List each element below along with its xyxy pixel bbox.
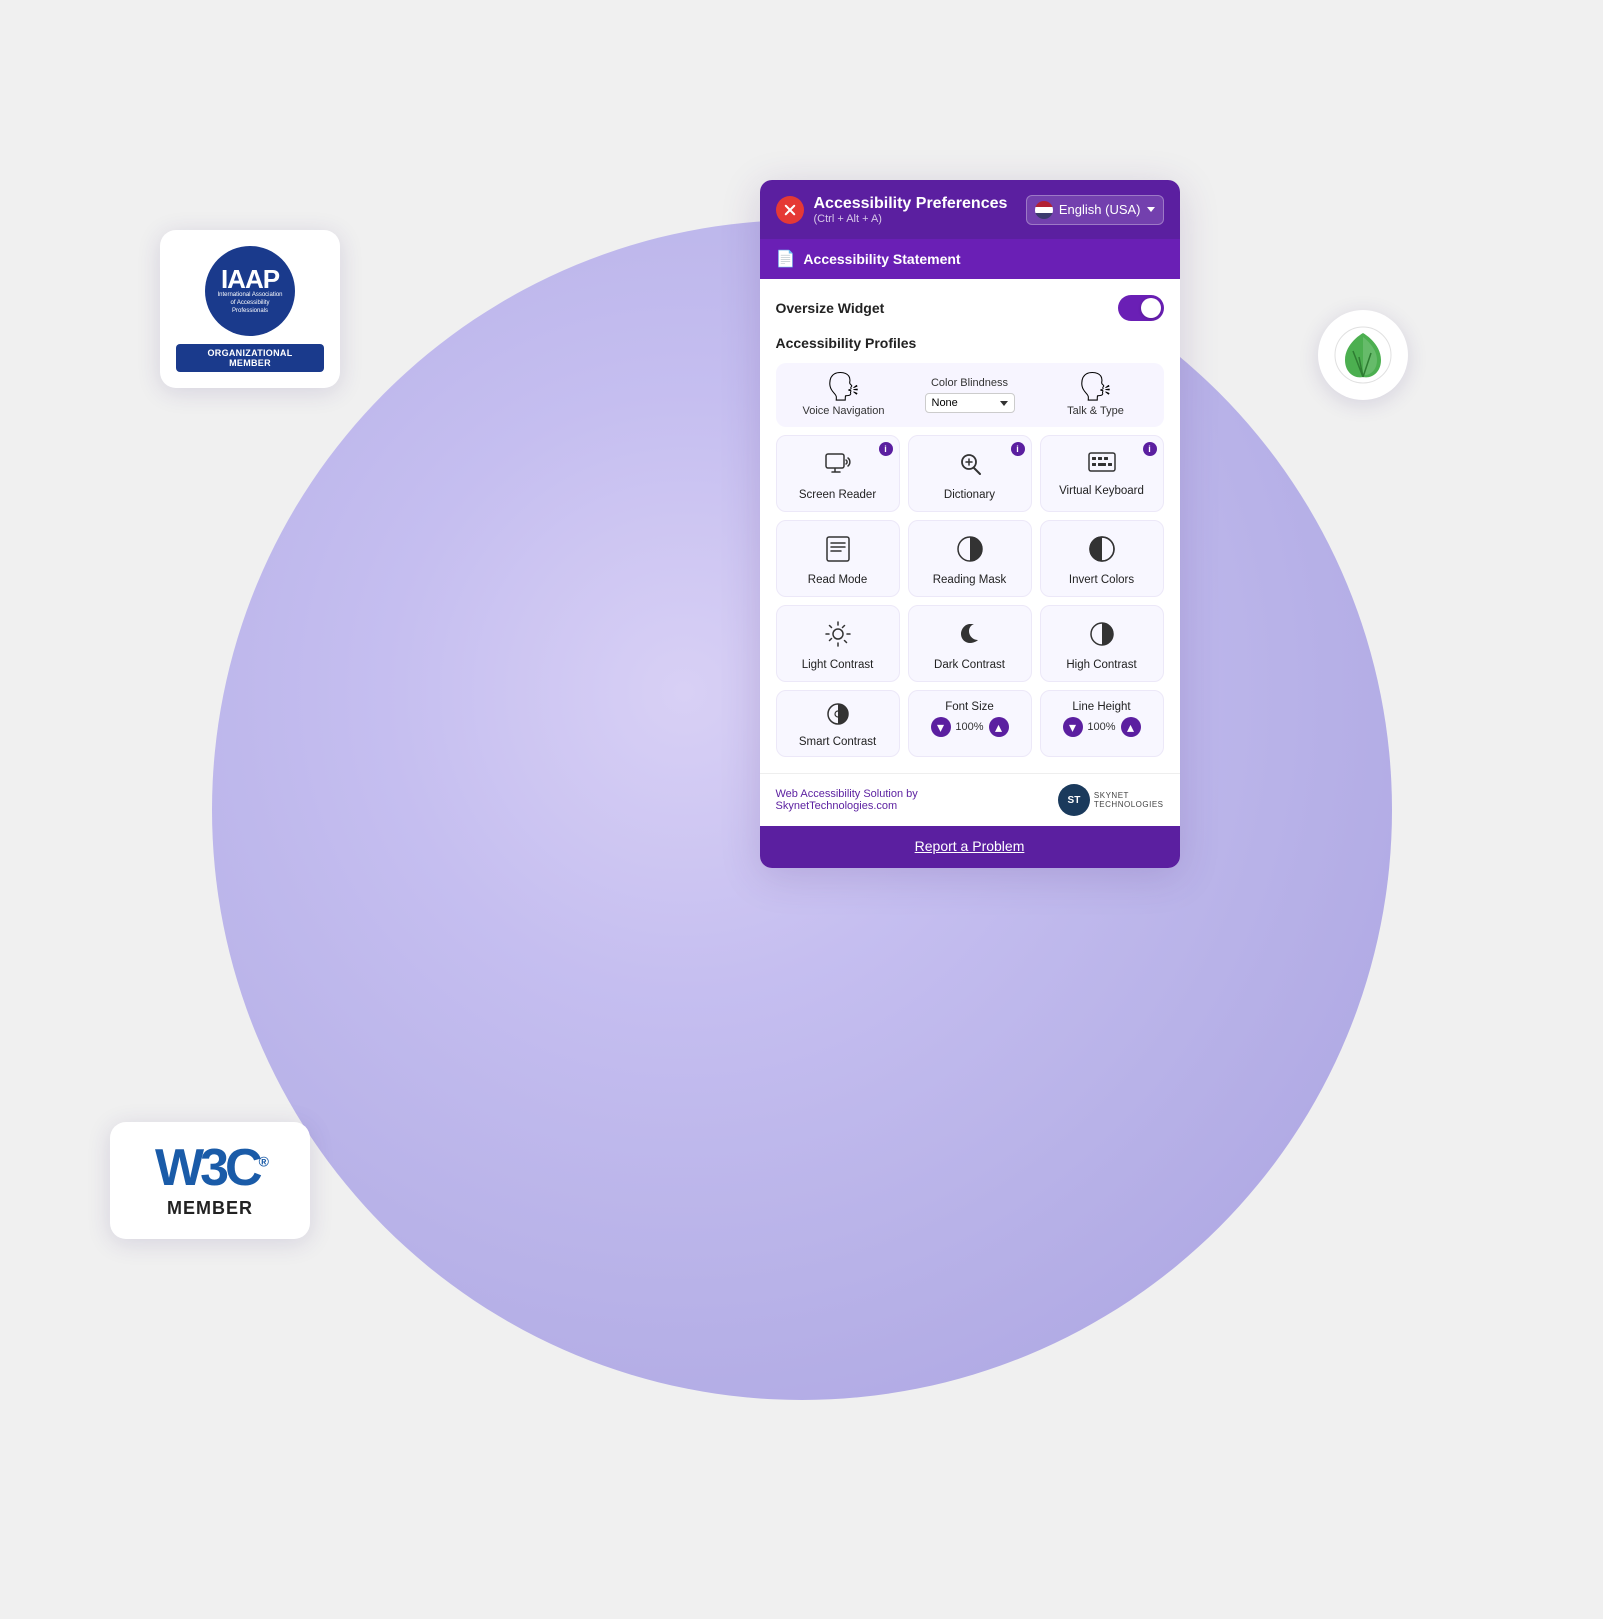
iaap-circle: IAAP International Association of Access… <box>205 246 295 336</box>
close-button[interactable] <box>776 196 804 224</box>
line-height-increase-button[interactable]: ▴ <box>1121 717 1141 737</box>
reading-mask-icon <box>956 535 984 568</box>
line-height-controls: ▾ 100% ▴ <box>1063 717 1141 737</box>
smart-contrast-label: Smart Contrast <box>799 736 876 748</box>
font-size-controls: ▾ 100% ▴ <box>931 717 1009 737</box>
iaap-badge: IAAP International Association of Access… <box>160 230 340 388</box>
feature-screen-reader[interactable]: i Screen Reader <box>776 435 900 512</box>
scene: IAAP International Association of Access… <box>0 0 1603 1619</box>
org-member-badge: ORGANIZATIONAL MEMBER <box>176 344 324 372</box>
profiles-top-row: 🗣 Voice Navigation Color Blindness None … <box>776 363 1164 427</box>
feature-light-contrast[interactable]: Light Contrast <box>776 605 900 682</box>
feature-dictionary[interactable]: i Dictionary <box>908 435 1032 512</box>
leaf-svg <box>1333 325 1393 385</box>
read-mode-label: Read Mode <box>808 574 867 586</box>
dark-contrast-icon <box>956 620 984 653</box>
color-blindness-label: Color Blindness <box>931 377 1008 389</box>
leaf-icon-badge <box>1318 310 1408 400</box>
header-title-group: Accessibility Preferences (Ctrl + Alt + … <box>814 194 1008 225</box>
line-height-value: 100% <box>1087 721 1117 733</box>
feature-dark-contrast[interactable]: Dark Contrast <box>908 605 1032 682</box>
feature-virtual-keyboard[interactable]: i Virtual Keyboard <box>1040 435 1164 512</box>
font-size-label: Font Size <box>945 701 994 713</box>
skynet-text: SKYNETTECHNOLOGIES <box>1094 791 1164 809</box>
header-title: Accessibility Preferences <box>814 194 1008 213</box>
screen-reader-icon <box>824 450 852 483</box>
report-problem-text: Report a Problem <box>915 838 1025 854</box>
iaap-description: International Association of Accessibili… <box>215 292 285 315</box>
footer-brand: Web Accessibility Solution by SkynetTech… <box>776 784 1164 816</box>
line-height-decrease-button[interactable]: ▾ <box>1063 717 1083 737</box>
oversize-label: Oversize Widget <box>776 300 885 316</box>
info-badge-screen-reader: i <box>879 442 893 456</box>
widget-panel: Accessibility Preferences (Ctrl + Alt + … <box>760 180 1180 868</box>
chevron-down-icon <box>1147 207 1155 212</box>
high-contrast-label: High Contrast <box>1066 659 1136 671</box>
font-size-increase-button[interactable]: ▴ <box>989 717 1009 737</box>
widget-header: Accessibility Preferences (Ctrl + Alt + … <box>760 180 1180 239</box>
bottom-controls-row: Smart Contrast Font Size ▾ 100% ▴ Line H… <box>776 690 1164 757</box>
reading-mask-label: Reading Mask <box>933 574 1007 586</box>
line-height-card: Line Height ▾ 100% ▴ <box>1040 690 1164 757</box>
virtual-keyboard-label: Virtual Keyboard <box>1059 485 1144 497</box>
info-badge-virtual-keyboard: i <box>1143 442 1157 456</box>
skynet-icon: ST <box>1058 784 1090 816</box>
widget-body: Oversize Widget Accessibility Profiles 🗣… <box>760 279 1180 773</box>
w3c-badge: W3C® MEMBER <box>110 1122 310 1239</box>
footer-brand-link[interactable]: SkynetTechnologies.com <box>776 800 918 812</box>
profiles-label: Accessibility Profiles <box>776 335 1164 351</box>
widget-footer: Web Accessibility Solution by SkynetTech… <box>760 773 1180 826</box>
flag-icon <box>1035 201 1053 219</box>
color-blindness-select[interactable]: None <box>925 393 1015 413</box>
color-blindness-wrapper: Color Blindness None <box>912 377 1028 413</box>
virtual-keyboard-icon <box>1088 450 1116 479</box>
high-contrast-icon <box>1088 620 1116 653</box>
report-problem-bar[interactable]: Report a Problem <box>760 826 1180 868</box>
info-badge-dictionary: i <box>1011 442 1025 456</box>
dictionary-icon <box>956 450 984 483</box>
smart-contrast-icon <box>825 701 851 732</box>
lang-label: English (USA) <box>1059 202 1141 217</box>
invert-colors-icon <box>1088 535 1116 568</box>
accessibility-statement-bar[interactable]: 📄 Accessibility Statement <box>760 239 1180 279</box>
font-size-decrease-button[interactable]: ▾ <box>931 717 951 737</box>
oversize-toggle[interactable] <box>1118 295 1164 321</box>
feature-high-contrast[interactable]: High Contrast <box>1040 605 1164 682</box>
header-left: Accessibility Preferences (Ctrl + Alt + … <box>776 194 1008 225</box>
dictionary-label: Dictionary <box>944 489 995 501</box>
dark-contrast-label: Dark Contrast <box>934 659 1005 671</box>
language-selector[interactable]: English (USA) <box>1026 195 1164 225</box>
color-blindness-chevron <box>1000 401 1008 406</box>
footer-brand-text: Web Accessibility Solution by <box>776 788 918 800</box>
light-contrast-label: Light Contrast <box>802 659 874 671</box>
font-size-card: Font Size ▾ 100% ▴ <box>908 690 1032 757</box>
line-height-label: Line Height <box>1072 701 1130 713</box>
features-grid: i Screen Reader i <box>776 435 1164 682</box>
profile-voice-navigation[interactable]: 🗣 Voice Navigation <box>786 373 902 417</box>
font-size-value: 100% <box>955 721 985 733</box>
smart-contrast-card[interactable]: Smart Contrast <box>776 690 900 757</box>
oversize-widget-row: Oversize Widget <box>776 295 1164 321</box>
read-mode-icon <box>825 535 851 568</box>
footer-text-group: Web Accessibility Solution by SkynetTech… <box>776 788 918 812</box>
voice-navigation-icon: 🗣 <box>826 373 862 401</box>
color-blindness-value: None <box>932 397 958 409</box>
document-icon: 📄 <box>776 249 796 269</box>
invert-colors-label: Invert Colors <box>1069 574 1134 586</box>
feature-read-mode[interactable]: Read Mode <box>776 520 900 597</box>
accessibility-statement-text: Accessibility Statement <box>803 251 960 267</box>
header-subtitle: (Ctrl + Alt + A) <box>814 213 1008 225</box>
iaap-logo-text: IAAP <box>221 266 279 292</box>
talk-type-icon: 🗣 <box>1078 373 1114 401</box>
w3c-logo: W3C® <box>155 1142 265 1194</box>
screen-reader-label: Screen Reader <box>799 489 876 501</box>
talk-type-label: Talk & Type <box>1067 405 1124 417</box>
light-contrast-icon <box>824 620 852 653</box>
feature-invert-colors[interactable]: Invert Colors <box>1040 520 1164 597</box>
skynet-logo: ST SKYNETTECHNOLOGIES <box>1058 784 1164 816</box>
profile-talk-type[interactable]: 🗣 Talk & Type <box>1038 373 1154 417</box>
w3c-member-text: MEMBER <box>167 1198 253 1219</box>
voice-navigation-label: Voice Navigation <box>803 405 885 417</box>
feature-reading-mask[interactable]: Reading Mask <box>908 520 1032 597</box>
